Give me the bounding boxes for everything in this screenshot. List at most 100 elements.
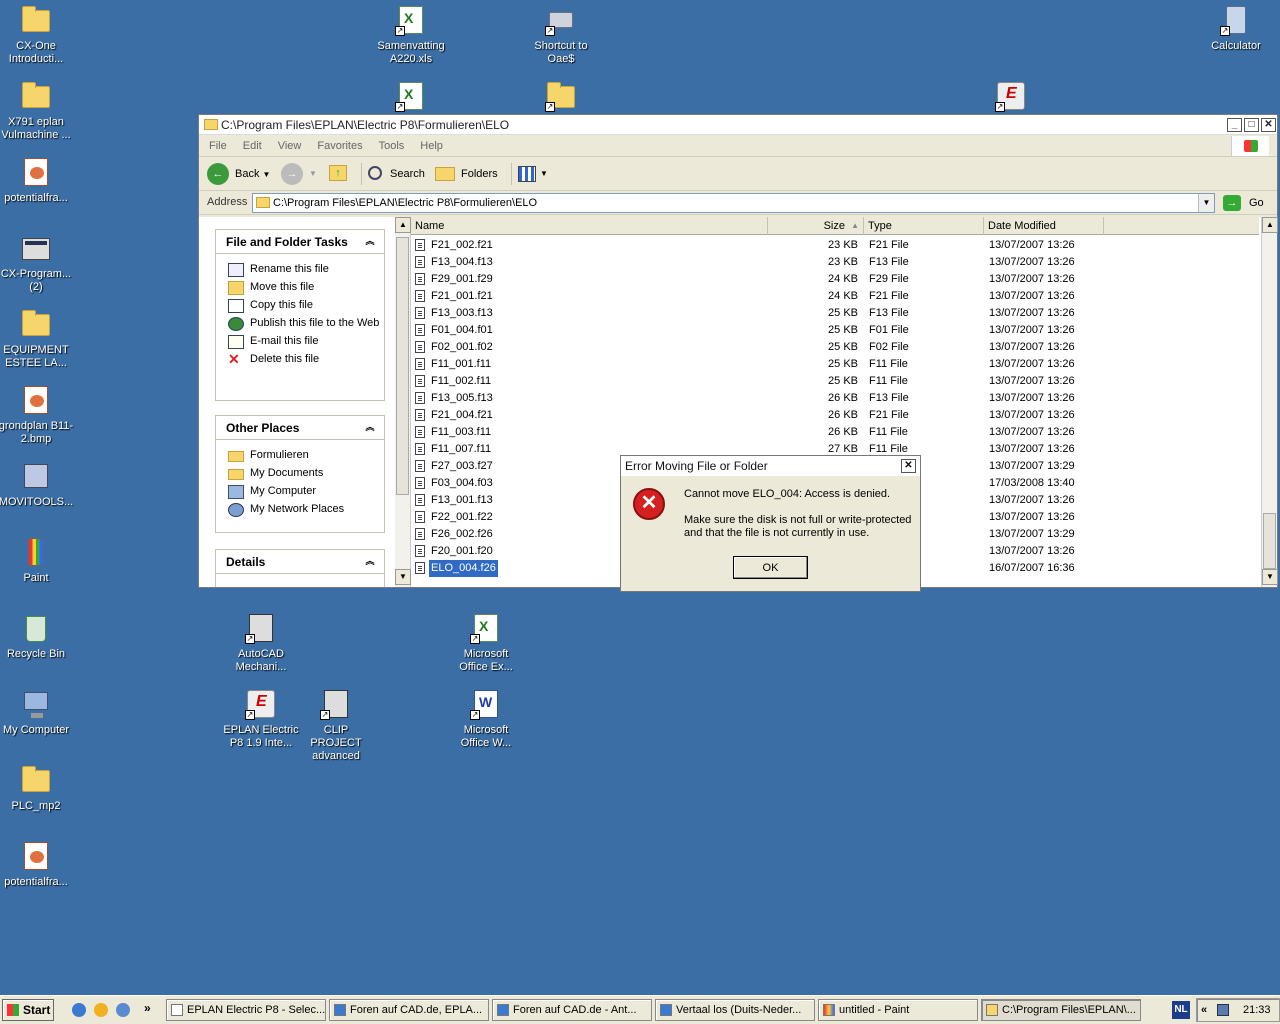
menu-file[interactable]: File — [209, 140, 227, 152]
desktop-icon-potentialfra-2[interactable]: potentialfra... — [0, 840, 74, 889]
taskbar-button-eplan[interactable]: EPLAN Electric P8 - Selec... — [166, 999, 326, 1021]
desktop-icon-plc-mp2[interactable]: PLC_mp2 — [0, 764, 74, 813]
file-row[interactable]: F21_004.f21 26 KB F21 File 13/07/2007 13:26 — [411, 407, 1259, 424]
task-rename[interactable]: Rename this file — [216, 263, 384, 277]
language-indicator[interactable]: NL — [1172, 1001, 1190, 1019]
desktop-icon-partial-eplan[interactable]: ↗ — [973, 80, 1049, 116]
taskbar-button-explorer[interactable]: C:\Program Files\EPLAN\... — [981, 999, 1141, 1021]
column-size[interactable]: Size ▲ — [768, 217, 864, 235]
up-folder-button[interactable]: ↑ — [327, 163, 351, 185]
browser-quicklaunch-icon[interactable] — [116, 1003, 130, 1017]
file-row[interactable]: F01_004.f01 25 KB F01 File 13/07/2007 13:26 — [411, 322, 1259, 339]
desktop-icon-potentialfra[interactable]: potentialfra... — [0, 156, 74, 205]
outlook-quicklaunch-icon[interactable] — [94, 1003, 108, 1017]
menu-edit[interactable]: Edit — [243, 140, 262, 152]
desktop-icon-grondplan[interactable]: grondplan B11-2.bmp — [0, 384, 74, 446]
desktop-icon-recycle-bin[interactable]: Recycle Bin — [0, 612, 74, 661]
place-formulieren[interactable]: Formulieren — [216, 449, 384, 462]
folders-button[interactable]: Folders — [433, 163, 503, 185]
file-row[interactable]: F11_001.f11 25 KB F11 File 13/07/2007 13:26 — [411, 356, 1259, 373]
file-row[interactable]: F21_001.f21 24 KB F21 File 13/07/2007 13:26 — [411, 288, 1259, 305]
menu-view[interactable]: View — [278, 140, 302, 152]
file-row[interactable]: F02_001.f02 25 KB F02 File 13/07/2007 13:26 — [411, 339, 1259, 356]
desktop-icon-movitools[interactable]: MOVITOOLS... — [0, 460, 74, 509]
collapse-icon[interactable]: ︽ — [364, 556, 376, 568]
maximize-button[interactable]: □ — [1244, 118, 1259, 132]
desktop-icon-partial-folder[interactable]: ↗ — [523, 80, 599, 116]
scroll-up-button[interactable]: ▲ — [395, 217, 411, 233]
dialog-titlebar[interactable]: Error Moving File or Folder ✕ — [621, 456, 920, 476]
close-button[interactable]: ✕ — [1261, 118, 1276, 132]
minimize-button[interactable]: _ — [1227, 118, 1242, 132]
desktop-icon-office-excel[interactable]: ↗Microsoft Office Ex... — [448, 612, 524, 674]
task-move[interactable]: Move this file — [216, 281, 384, 295]
desktop-icon-eplan-p8[interactable]: ↗EPLAN Electric P8 1.9 Inte... — [223, 688, 299, 750]
details-header[interactable]: Details ︽ — [216, 550, 384, 574]
vertical-scrollbar[interactable]: ▲ ▼ — [395, 217, 411, 587]
start-button[interactable]: Start — [2, 999, 54, 1021]
desktop-icon-cx-program[interactable]: CX-Program... (2) — [0, 232, 74, 294]
taskbar-button-foren-2[interactable]: Foren auf CAD.de - Ant... — [492, 999, 652, 1021]
taskbar-button-paint[interactable]: untitled - Paint — [818, 999, 978, 1021]
scroll-down-button[interactable]: ▼ — [395, 569, 411, 585]
file-type: F11 File — [869, 426, 908, 438]
scroll-up-button[interactable]: ▲ — [1262, 217, 1278, 233]
desktop-icon-partial-excel[interactable]: ↗ — [373, 80, 449, 116]
desktop-icon-samenvatting[interactable]: ↗Samenvatting A220.xls — [373, 4, 449, 66]
menu-help[interactable]: Help — [420, 140, 443, 152]
other-places-header[interactable]: Other Places ︽ — [216, 416, 384, 440]
address-dropdown-button[interactable]: ▼ — [1198, 194, 1214, 212]
quicklaunch-chevron[interactable]: » — [144, 1001, 151, 1015]
address-input[interactable]: C:\Program Files\EPLAN\Electric P8\Formu… — [252, 193, 1215, 213]
vertical-scrollbar[interactable]: ▲ ▼ — [1261, 217, 1278, 587]
place-my-computer[interactable]: My Computer — [216, 485, 384, 499]
file-row[interactable]: F21_002.f21 23 KB F21 File 13/07/2007 13:26 — [411, 237, 1259, 254]
desktop-icon-calculator[interactable]: ↗ Calculator — [1198, 4, 1274, 53]
file-row[interactable]: F29_001.f29 24 KB F29 File 13/07/2007 13:26 — [411, 271, 1259, 288]
ie-quicklaunch-icon[interactable] — [72, 1003, 86, 1017]
column-name[interactable]: Name — [411, 217, 768, 235]
dialog-close-button[interactable]: ✕ — [901, 459, 916, 473]
forward-button[interactable]: → ▼ — [281, 163, 319, 185]
menu-favorites[interactable]: Favorites — [317, 140, 362, 152]
tray-expand-button[interactable]: « — [1201, 999, 1207, 1021]
ok-button[interactable]: OK — [733, 556, 808, 579]
column-type[interactable]: Type — [864, 217, 984, 235]
file-row[interactable]: F11_002.f11 25 KB F11 File 13/07/2007 13:26 — [411, 373, 1259, 390]
go-button[interactable]: → Go — [1221, 193, 1273, 213]
back-button[interactable]: ← Back ▼ — [207, 163, 277, 185]
file-row[interactable]: F13_004.f13 23 KB F13 File 13/07/2007 13:26 — [411, 254, 1259, 271]
explorer-titlebar[interactable]: C:\Program Files\EPLAN\Electric P8\Formu… — [199, 115, 1277, 135]
desktop-icon-paint[interactable]: Paint — [0, 536, 74, 585]
task-copy[interactable]: Copy this file — [216, 299, 384, 313]
search-button[interactable]: Search — [361, 163, 427, 185]
desktop-icon-x791[interactable]: X791 eplan Vulmachine ... — [0, 80, 74, 142]
desktop-icon-office-word[interactable]: ↗Microsoft Office W... — [448, 688, 524, 750]
file-row[interactable]: F11_003.f11 26 KB F11 File 13/07/2007 13:26 — [411, 424, 1259, 441]
place-my-documents[interactable]: My Documents — [216, 467, 384, 480]
desktop-icon-clip-project[interactable]: ↗ CLIP PROJECT advanced — [298, 688, 374, 763]
desktop-icon-my-computer[interactable]: My Computer — [0, 688, 74, 737]
scroll-down-button[interactable]: ▼ — [1262, 569, 1278, 585]
task-delete[interactable]: ✕ Delete this file — [216, 352, 384, 366]
file-row[interactable]: F13_005.f13 26 KB F13 File 13/07/2007 13:26 — [411, 390, 1259, 407]
file-folder-tasks-header[interactable]: File and Folder Tasks ︽ — [216, 230, 384, 254]
collapse-icon[interactable]: ︽ — [364, 422, 376, 434]
menu-tools[interactable]: Tools — [379, 140, 405, 152]
desktop-icon-shortcut-oae[interactable]: ↗ Shortcut to Oae$ — [523, 4, 599, 66]
taskbar-button-foren-1[interactable]: Foren auf CAD.de, EPLA... — [329, 999, 489, 1021]
collapse-icon[interactable]: ︽ — [364, 236, 376, 248]
task-email[interactable]: E-mail this file — [216, 335, 384, 349]
views-button[interactable]: ▼ — [511, 163, 548, 185]
desktop-icon-equipment[interactable]: EQUIPMENT ESTEE LA... — [0, 308, 74, 370]
scroll-thumb[interactable] — [1263, 513, 1276, 569]
scroll-thumb[interactable] — [396, 237, 409, 495]
taskbar-button-vertaal[interactable]: Vertaal los (Duits-Neder... — [655, 999, 815, 1021]
place-my-network[interactable]: My Network Places — [216, 503, 384, 517]
desktop-icon-autocad[interactable]: ↗ AutoCAD Mechani... — [223, 612, 299, 674]
column-date-modified[interactable]: Date Modified — [984, 217, 1104, 235]
network-tray-icon[interactable] — [1217, 1004, 1229, 1016]
task-publish[interactable]: Publish this file to the Web — [216, 317, 384, 331]
desktop-icon-cx-one[interactable]: CX-One Introducti... — [0, 4, 74, 66]
file-row[interactable]: F13_003.f13 25 KB F13 File 13/07/2007 13:26 — [411, 305, 1259, 322]
